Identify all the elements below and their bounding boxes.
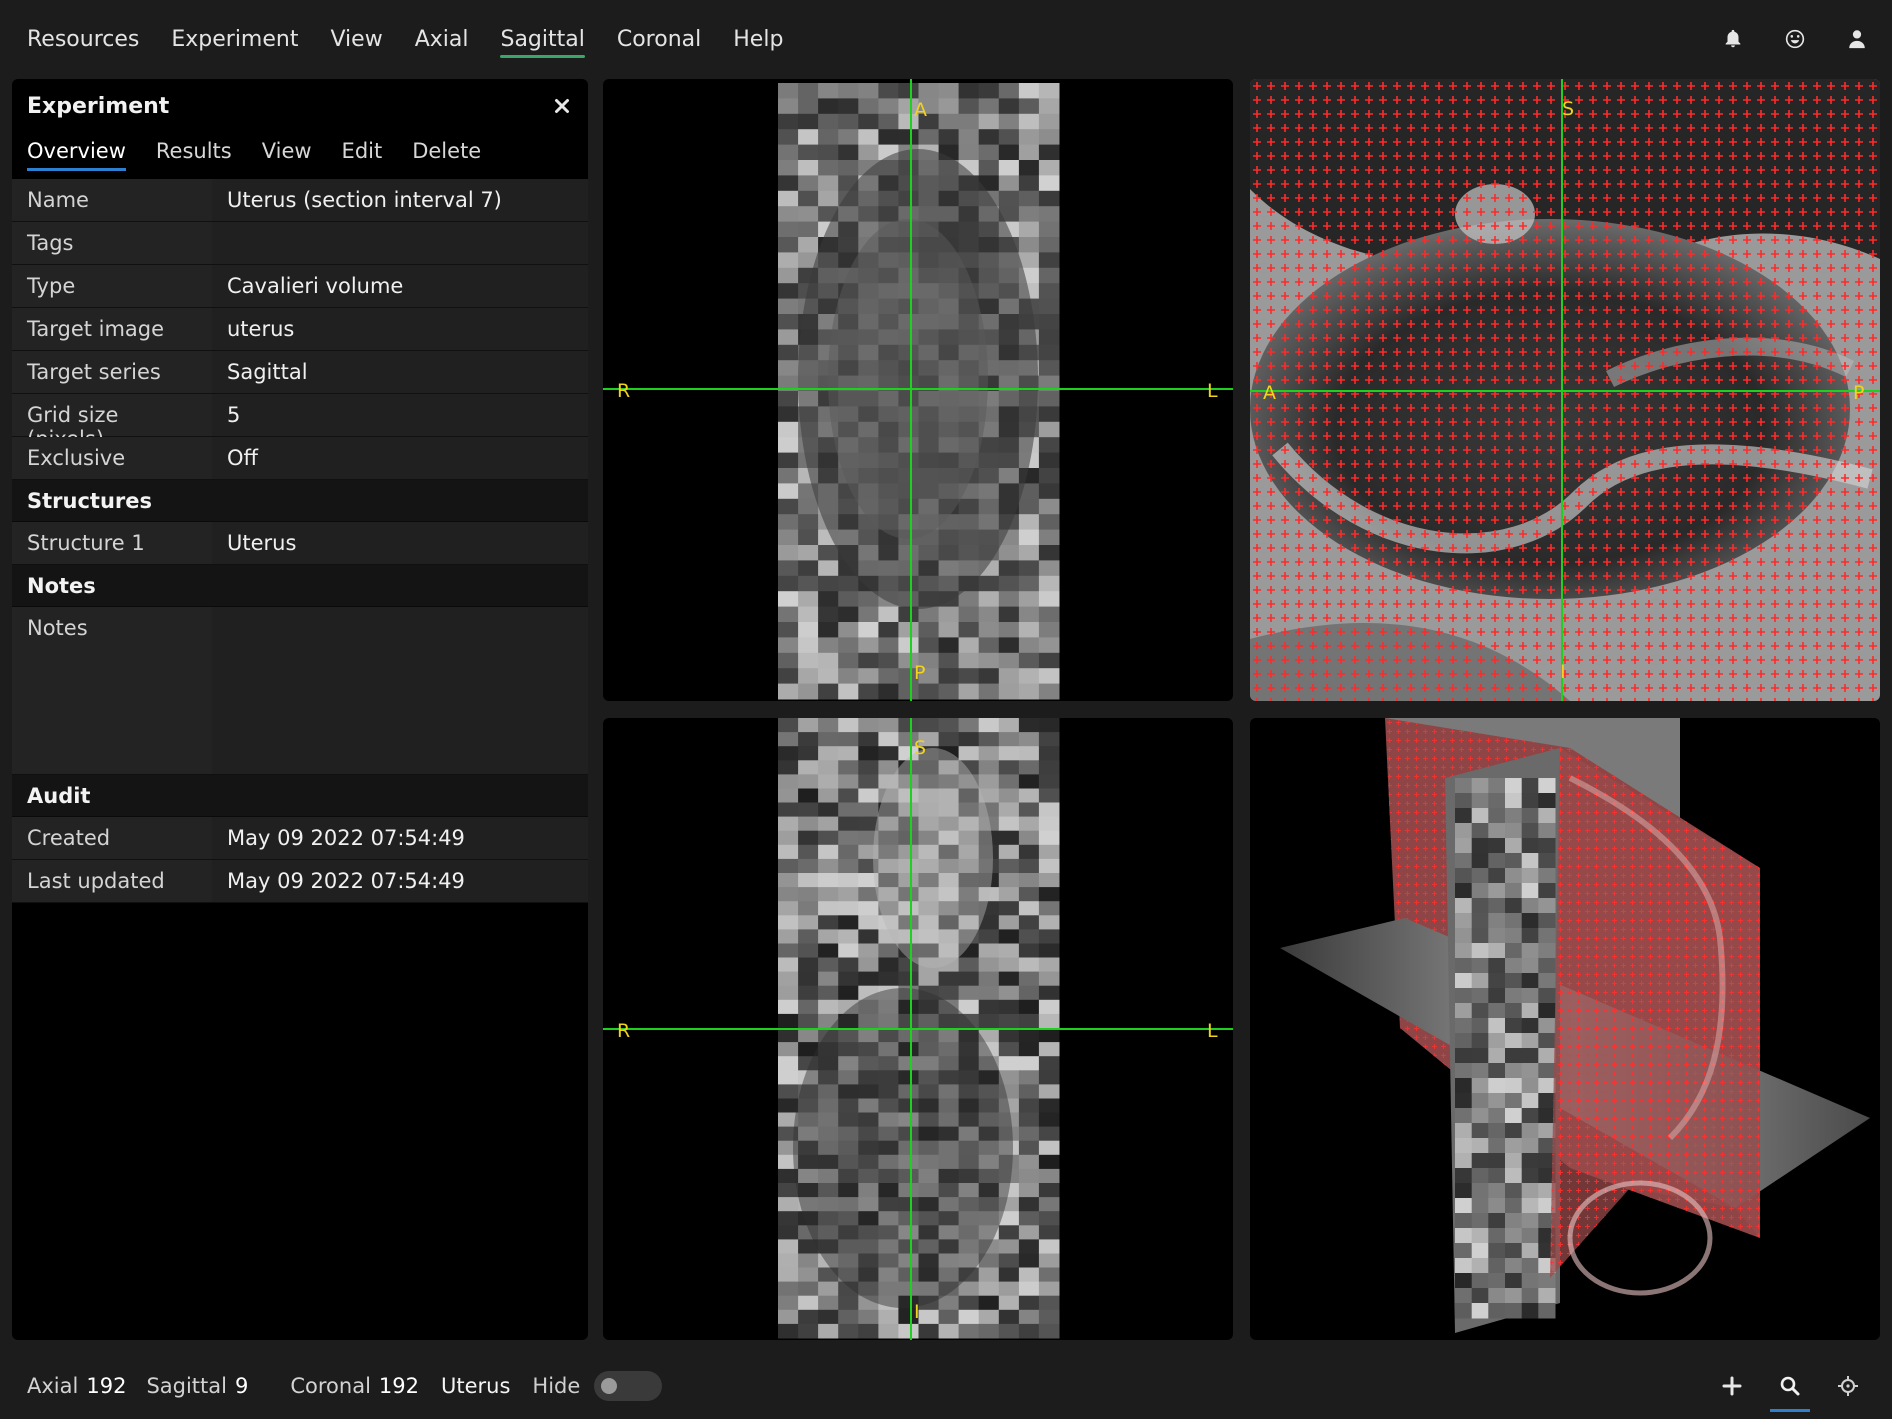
sagittal-slice-label: Sagittal xyxy=(146,1373,227,1398)
tool-buttons xyxy=(1696,1352,1870,1419)
sagittal-orient-top: S xyxy=(1562,98,1574,120)
detail-row-exclusive: Exclusive Off xyxy=(12,437,588,480)
smiley-icon[interactable] xyxy=(1782,26,1808,52)
sagittal-orient-right: P xyxy=(1853,382,1864,404)
axial-orient-bottom: P xyxy=(914,662,925,684)
user-icon[interactable] xyxy=(1844,26,1870,52)
coronal-orient-left: R xyxy=(617,1020,630,1042)
close-icon[interactable] xyxy=(551,95,573,117)
detail-key: Grid size (pixels) xyxy=(12,394,212,451)
detail-key: Exclusive xyxy=(12,437,212,479)
detail-key: Name xyxy=(12,179,212,221)
section-audit: Audit xyxy=(12,775,588,817)
panel-header: Experiment xyxy=(12,79,588,133)
coronal-orient-top: S xyxy=(914,737,926,759)
sagittal-slice-value[interactable]: 9 xyxy=(235,1374,248,1398)
detail-key: Tags xyxy=(12,222,212,264)
detail-row-target-image: Target image uterus xyxy=(12,308,588,351)
structure-value: Uterus xyxy=(212,522,588,564)
toggle-knob xyxy=(601,1377,618,1394)
audit-row-updated: Last updated May 09 2022 07:54:49 xyxy=(12,860,588,903)
hide-label: Hide xyxy=(532,1373,581,1398)
detail-row-type: Type Cavalieri volume xyxy=(12,265,588,308)
detail-value: uterus xyxy=(212,308,588,350)
axial-viewport[interactable]: A P R L xyxy=(603,79,1233,701)
detail-key: Target series xyxy=(12,351,212,393)
axial-orient-left: R xyxy=(617,380,630,402)
detail-value: Cavalieri volume xyxy=(212,265,588,307)
top-bar: Resources Experiment View Axial Sagittal… xyxy=(0,0,1892,78)
audit-value: May 09 2022 07:54:49 xyxy=(212,860,588,902)
bell-icon[interactable] xyxy=(1720,26,1746,52)
structure-row: Structure 1 Uterus xyxy=(12,522,588,565)
volume-render xyxy=(1280,718,1870,1333)
hide-toggle[interactable] xyxy=(594,1370,663,1401)
menu-axial[interactable]: Axial xyxy=(415,0,469,78)
section-notes: Notes xyxy=(12,565,588,607)
coronal-orient-right: L xyxy=(1207,1020,1218,1042)
sagittal-orient-left: A xyxy=(1263,382,1276,404)
audit-row-created: Created May 09 2022 07:54:49 xyxy=(12,817,588,860)
status-bar: Axial 192 Sagittal 9 Coronal 192 Uterus … xyxy=(0,1352,1892,1419)
tab-view[interactable]: View xyxy=(262,133,312,171)
main-menu: Resources Experiment View Axial Sagittal… xyxy=(27,0,815,78)
tab-overview[interactable]: Overview xyxy=(27,133,126,171)
menu-experiment[interactable]: Experiment xyxy=(171,0,298,78)
tab-results[interactable]: Results xyxy=(156,133,232,171)
coronal-viewport[interactable]: S I R L xyxy=(603,718,1233,1340)
coronal-slice-label: Coronal xyxy=(290,1373,371,1398)
axial-slice-value[interactable]: 192 xyxy=(86,1374,126,1398)
detail-value: Sagittal xyxy=(212,351,588,393)
notes-row: Notes xyxy=(12,607,588,775)
detail-row-tags: Tags xyxy=(12,222,588,265)
notes-key: Notes xyxy=(12,607,212,774)
top-icons xyxy=(1684,0,1870,78)
menu-view[interactable]: View xyxy=(330,0,382,78)
crosshair-icon[interactable] xyxy=(1826,1364,1870,1408)
coronal-orient-bottom: I xyxy=(914,1301,920,1323)
menu-sagittal[interactable]: Sagittal xyxy=(500,0,586,78)
menu-help[interactable]: Help xyxy=(733,0,783,78)
menu-coronal[interactable]: Coronal xyxy=(617,0,701,78)
detail-row-grid-size: Grid size (pixels) 5 xyxy=(12,394,588,451)
detail-key: Target image xyxy=(12,308,212,350)
details-table: Name Uterus (section interval 7) Tags Ty… xyxy=(12,179,588,903)
volume-3d-viewport[interactable] xyxy=(1250,718,1880,1340)
tab-delete[interactable]: Delete xyxy=(412,133,481,171)
axial-slice-label: Axial xyxy=(27,1373,79,1398)
axial-image xyxy=(778,83,1060,700)
sagittal-viewport[interactable]: S I A P xyxy=(1250,79,1880,701)
section-structures: Structures xyxy=(12,480,588,522)
search-icon[interactable] xyxy=(1768,1364,1812,1412)
axial-orient-top: A xyxy=(914,99,927,121)
audit-value: May 09 2022 07:54:49 xyxy=(212,817,588,859)
structure-key: Structure 1 xyxy=(12,522,212,564)
detail-value xyxy=(212,222,588,264)
panel-title: Experiment xyxy=(27,93,170,119)
detail-row-name: Name Uterus (section interval 7) xyxy=(12,179,588,222)
coronal-slice-value[interactable]: 192 xyxy=(379,1374,419,1398)
detail-value: 5 xyxy=(212,394,588,436)
menu-resources[interactable]: Resources xyxy=(27,0,139,78)
audit-key: Created xyxy=(12,817,212,859)
detail-value: Off xyxy=(212,437,588,479)
audit-key: Last updated xyxy=(12,860,212,902)
detail-row-target-series: Target series Sagittal xyxy=(12,351,588,394)
panel-tabs: Overview Results View Edit Delete xyxy=(12,133,588,179)
tab-edit[interactable]: Edit xyxy=(342,133,383,171)
detail-key: Type xyxy=(12,265,212,307)
plus-icon[interactable] xyxy=(1710,1364,1754,1408)
sagittal-orient-bottom: I xyxy=(1560,661,1566,683)
detail-value: Uterus (section interval 7) xyxy=(212,179,588,221)
axial-orient-right: L xyxy=(1207,380,1218,402)
structure-selector[interactable]: Uterus xyxy=(441,1374,510,1398)
notes-value xyxy=(212,607,588,774)
experiment-panel: Experiment Overview Results View Edit De… xyxy=(12,79,588,1340)
